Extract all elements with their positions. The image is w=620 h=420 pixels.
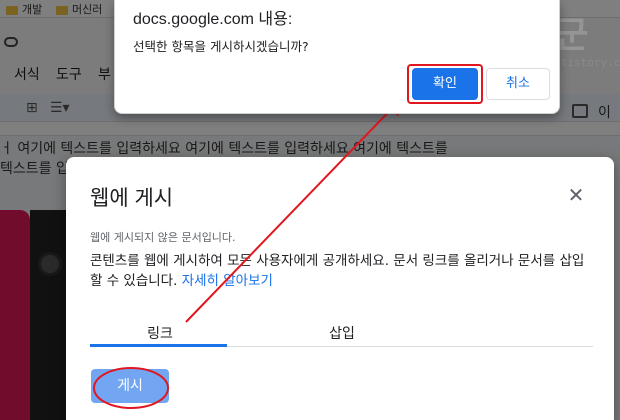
ok-button[interactable]: 확인: [412, 68, 478, 100]
active-tab-indicator: [90, 344, 227, 347]
confirm-dialog: docs.google.com 내용: 선택한 항목을 게시하시겠습니까? 확인…: [114, 0, 560, 114]
publish-tabs: 링크 삽입: [90, 317, 593, 347]
publish-status: 웹에 게시되지 않은 문서입니다.: [90, 231, 236, 244]
confirm-title: docs.google.com 내용:: [133, 11, 293, 28]
publish-dialog: 웹에 게시 ✕ 웹에 게시되지 않은 문서입니다. 콘텐츠를 웹에 게시하여 모…: [66, 157, 614, 420]
publish-description: 콘텐츠를 웹에 게시하여 모든 사용자에게 공개하세요. 문서 링크를 올리거나…: [90, 251, 596, 291]
tab-link[interactable]: 링크: [90, 323, 230, 343]
description-text: 콘텐츠를 웹에 게시하여 모든 사용자에게 공개하세요. 문서 링크를 올리거나…: [90, 253, 585, 289]
learn-more-link[interactable]: 자세히 알아보기: [182, 273, 273, 289]
dialog-title: 웹에 게시: [90, 187, 174, 210]
confirm-message: 선택한 항목을 게시하시겠습니까?: [133, 39, 309, 54]
publish-button[interactable]: 게시: [91, 369, 169, 403]
close-icon[interactable]: ✕: [562, 181, 590, 209]
tab-embed[interactable]: 삽입: [272, 323, 412, 343]
cancel-button[interactable]: 취소: [486, 68, 550, 100]
